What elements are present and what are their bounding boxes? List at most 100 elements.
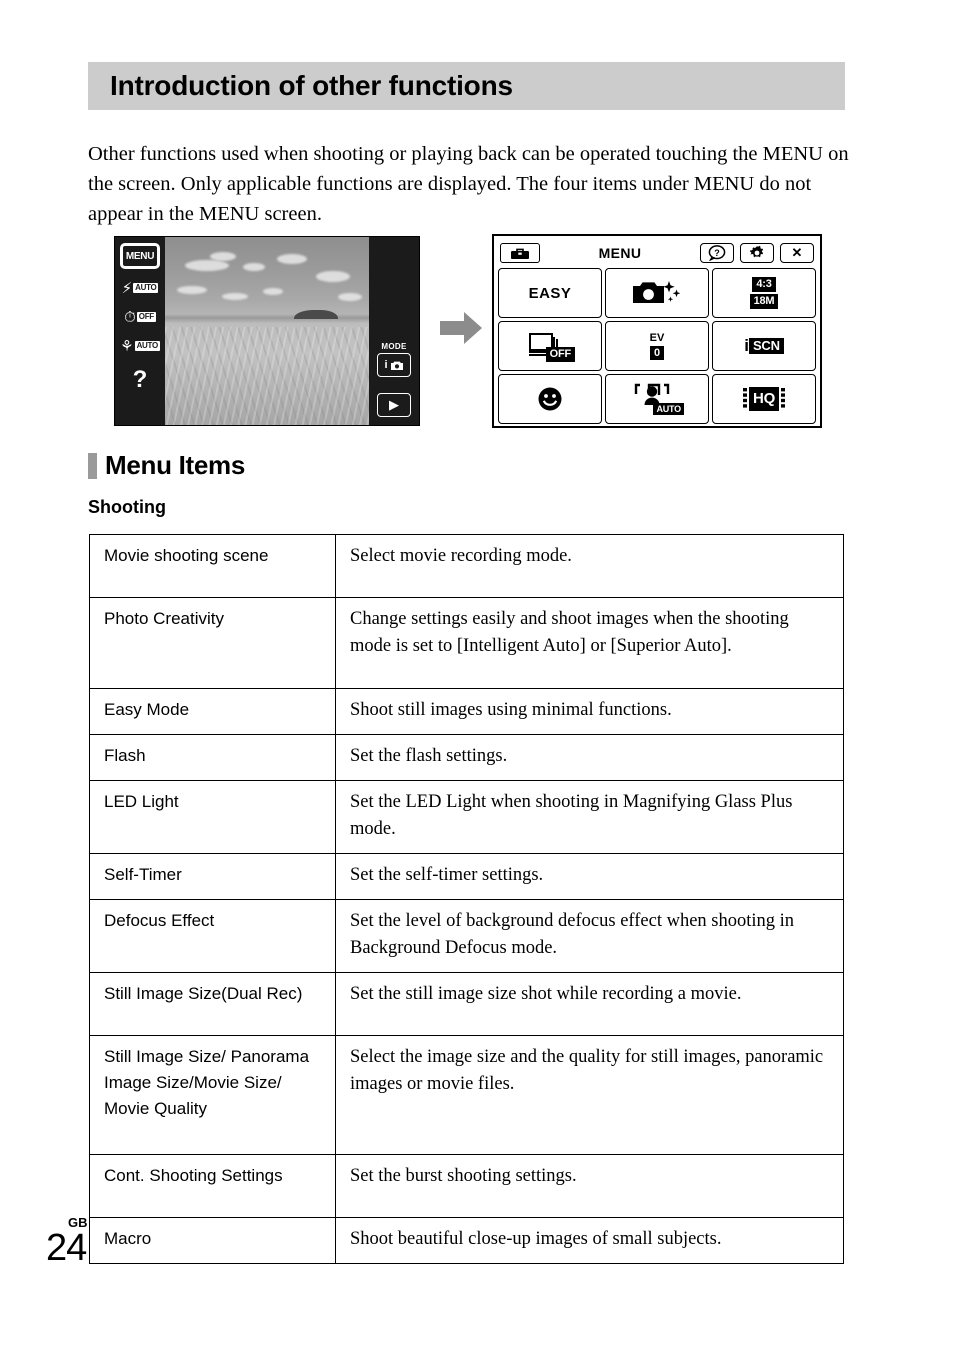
row-term: Self-Timer (89, 853, 336, 900)
flash-status-tag: AUTO (133, 283, 159, 293)
row-term: Still Image Size/ Panorama Image Size/Mo… (89, 1035, 336, 1155)
water-ripples (165, 327, 369, 425)
table-row: Defocus Effect Set the level of backgrou… (89, 899, 844, 973)
menu-tile-ev[interactable]: EV 0 (605, 321, 709, 371)
page-number: 24 (46, 1227, 87, 1269)
page-header-band: Introduction of other functions (88, 62, 845, 110)
page-title: Introduction of other functions (110, 70, 513, 101)
film-perf-left-icon (742, 388, 747, 408)
menu-screen-titlebar: MENU ? ✕ (498, 240, 816, 266)
table-row: Macro Shoot beautiful close-up images of… (89, 1217, 844, 1264)
burst-off-badge: OFF (545, 347, 575, 362)
table-row: Cont. Shooting Settings Set the burst sh… (89, 1154, 844, 1218)
row-desc: Set the still image size shot while reco… (335, 972, 844, 1036)
row-desc: Change settings easily and shoot images … (335, 597, 844, 689)
row-desc: Set the LED Light when shooting in Magni… (335, 780, 844, 854)
table-row: Easy Mode Shoot still images using minim… (89, 688, 844, 735)
menu-help-button[interactable]: ? (700, 243, 734, 263)
easy-label: EASY (528, 284, 572, 302)
row-term: Defocus Effect (89, 899, 336, 973)
table-row: Flash Set the flash settings. (89, 734, 844, 781)
menu-screen: MENU ? ✕ EASY 4:3 18M OFF EV 0 i SCN AUT… (492, 234, 822, 428)
toolbox-glyph (511, 248, 529, 259)
camera-live-view-screen: MENU ⚡ AUTO ⏱ OFF ⚘ AUTO ? MODE i ▶ (114, 236, 420, 426)
shooting-mode-button[interactable]: i (377, 353, 411, 377)
row-term: Macro (89, 1217, 336, 1264)
row-desc: Shoot beautiful close-up images of small… (335, 1217, 844, 1264)
menu-items-heading: Menu Items (88, 450, 245, 481)
menu-close-button[interactable]: ✕ (780, 243, 814, 263)
smile-icon (538, 387, 562, 411)
table-row: Photo Creativity Change settings easily … (89, 597, 844, 689)
macro-glyph: ⚘ (120, 336, 134, 355)
live-view-preview-image (165, 237, 369, 425)
row-term: Photo Creativity (89, 597, 336, 689)
camera-icon (390, 361, 403, 370)
menu-screen-title: MENU (598, 245, 642, 261)
macro-icon[interactable]: ⚘ AUTO (120, 336, 160, 356)
row-desc: Select the image size and the quality fo… (335, 1035, 844, 1155)
figure-menu-flow: MENU ⚡ AUTO ⏱ OFF ⚘ AUTO ? MODE i ▶ MENU… (88, 232, 848, 432)
row-term: Cont. Shooting Settings (89, 1154, 336, 1218)
flash-glyph: ⚡ (121, 278, 133, 297)
ev-label: EV (649, 331, 665, 344)
svg-text:?: ? (714, 248, 720, 258)
film-perf-right-icon (781, 388, 786, 408)
help-icon[interactable]: ? (133, 368, 148, 392)
row-term: Movie shooting scene (89, 534, 336, 598)
camera-sparkle-icon (633, 281, 681, 303)
self-timer-status-tag: OFF (136, 312, 156, 322)
menu-tile-photo-creativity[interactable] (605, 268, 709, 318)
menu-items-heading-label: Menu Items (105, 450, 246, 480)
playback-button[interactable]: ▶ (377, 393, 411, 417)
table-row: Self-Timer Set the self-timer settings. (89, 853, 844, 900)
row-desc: Shoot still images using minimal functio… (335, 688, 844, 735)
intro-paragraph: Other functions used when shooting or pl… (88, 142, 849, 225)
camera-menu-button[interactable]: MENU (120, 243, 160, 269)
menu-tile-scene-selection[interactable]: i SCN (712, 321, 816, 371)
table-row: LED Light Set the LED Light when shootin… (89, 780, 844, 854)
row-desc: Set the level of background defocus effe… (335, 899, 844, 973)
menu-settings-button[interactable] (740, 243, 774, 263)
self-timer-glyph: ⏱ (124, 307, 136, 326)
right-arrow-icon (440, 312, 482, 344)
row-term: Flash (89, 734, 336, 781)
row-term: Still Image Size(Dual Rec) (89, 972, 336, 1036)
menu-tile-smile-shutter[interactable] (498, 374, 602, 424)
gear-icon (750, 245, 764, 258)
row-term: LED Light (89, 780, 336, 854)
camera-right-toolbar: MODE i ▶ (369, 237, 419, 425)
heading-accent-bar (88, 452, 97, 479)
row-term: Easy Mode (89, 688, 336, 735)
menu-tile-movie-quality[interactable]: HQ (712, 374, 816, 424)
help-bubble-icon: ? (708, 245, 726, 261)
menu-tile-easy-mode[interactable]: EASY (498, 268, 602, 318)
ev-value-badge: 0 (650, 345, 664, 361)
page-folio: GB 24 (46, 1216, 88, 1269)
menu-tile-face-detection[interactable]: AUTO (605, 374, 709, 424)
aspect-ratio-badge: 4:3 (752, 277, 776, 292)
menu-tile-image-size[interactable]: 4:3 18M (712, 268, 816, 318)
toolbox-icon[interactable] (500, 243, 540, 263)
row-desc: Set the burst shooting settings. (335, 1154, 844, 1218)
mode-label: MODE (381, 342, 407, 351)
hq-badge: HQ (748, 387, 780, 411)
flash-icon[interactable]: ⚡ AUTO (122, 278, 159, 298)
table-row: Still Image Size(Dual Rec) Set the still… (89, 972, 844, 1036)
camera-menu-button-label: MENU (125, 250, 155, 262)
row-desc: Set the flash settings. (335, 734, 844, 781)
scene-badge: SCN (748, 337, 784, 355)
row-desc: Select movie recording mode. (335, 534, 844, 598)
menu-items-table: Movie shooting scene Select movie record… (89, 534, 844, 1264)
intelligent-auto-i: i (384, 359, 388, 371)
row-desc: Set the self-timer settings. (335, 853, 844, 900)
megapixel-badge: 18M (749, 294, 779, 309)
menu-tile-cont-shooting[interactable]: OFF (498, 321, 602, 371)
face-auto-badge: AUTO (653, 403, 684, 415)
table-row: Still Image Size/ Panorama Image Size/Mo… (89, 1035, 844, 1155)
table-row: Movie shooting scene Select movie record… (89, 534, 844, 598)
shooting-subheading: Shooting (88, 497, 166, 517)
self-timer-icon[interactable]: ⏱ OFF (124, 307, 156, 327)
macro-status-tag: AUTO (134, 341, 160, 351)
camera-left-toolbar: MENU ⚡ AUTO ⏱ OFF ⚘ AUTO ? (115, 237, 165, 425)
